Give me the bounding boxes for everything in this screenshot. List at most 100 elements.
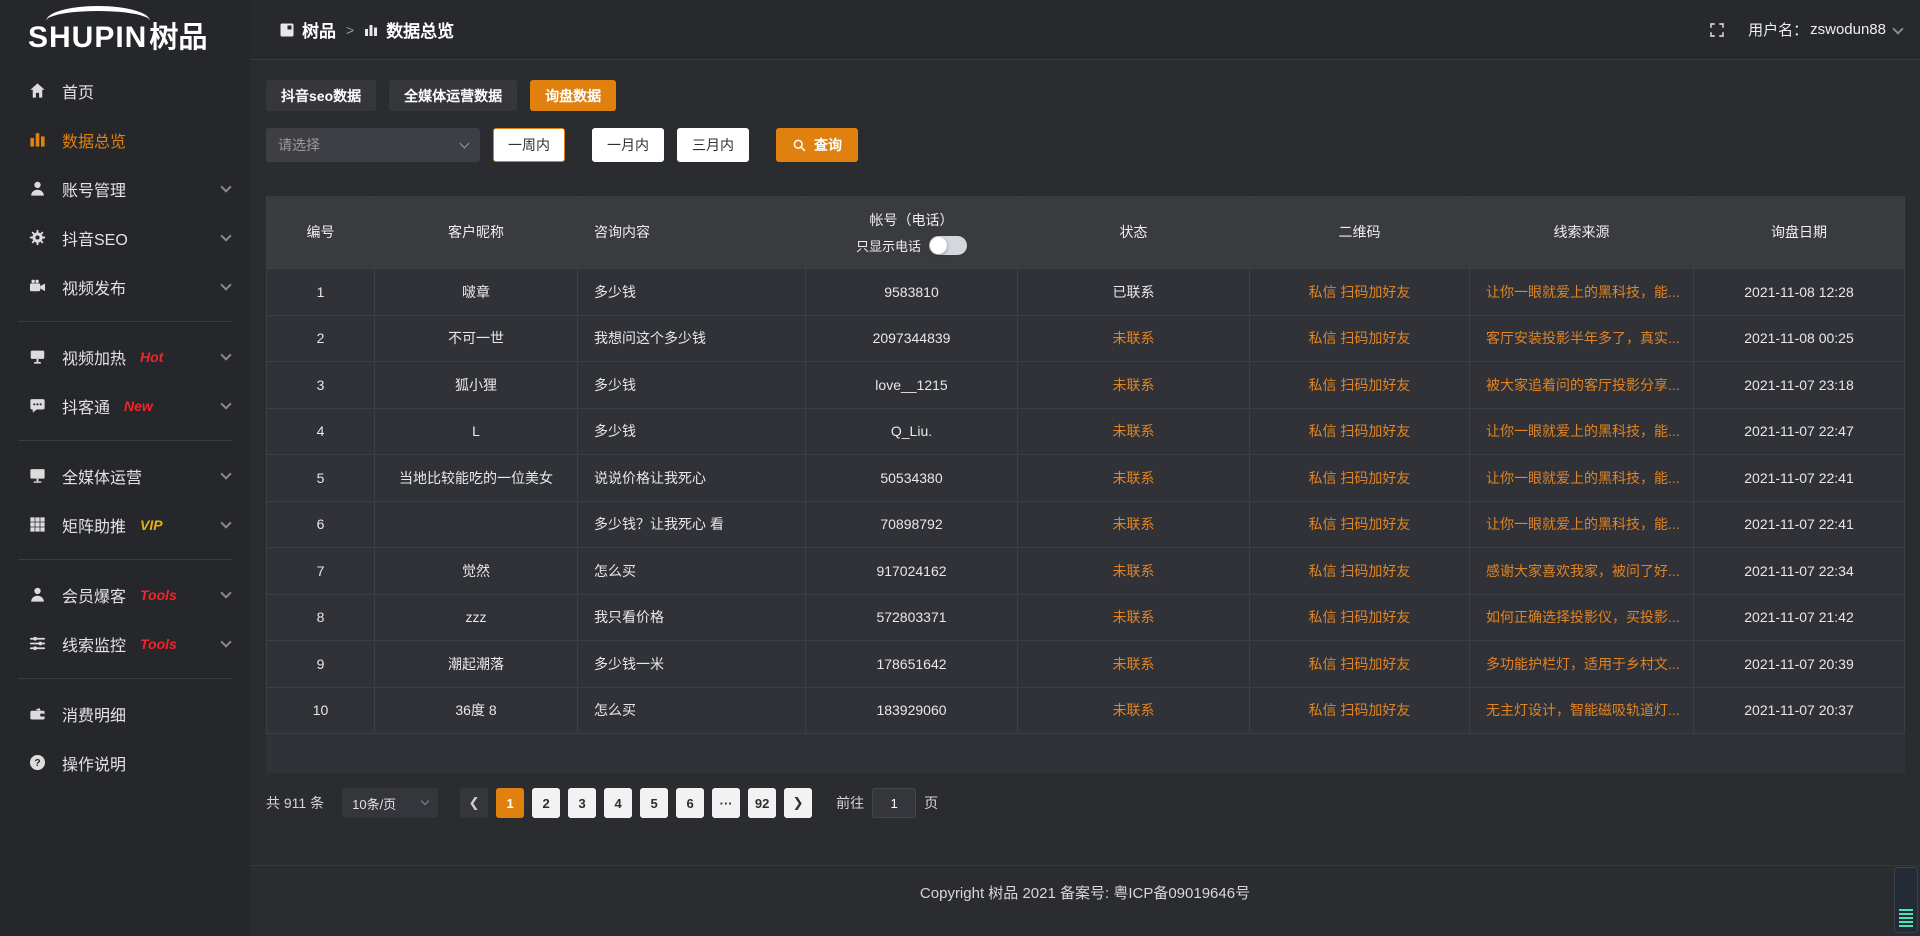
sidebar: SHUPIN树品 首页 数据总览 账号管理 抖音SEO 视频发布 视频加热 Ho… (0, 0, 250, 936)
sidebar-item-doukotong[interactable]: 抖客通 New (0, 381, 250, 430)
cell-content: 多少钱 (578, 269, 806, 315)
page-button-92[interactable]: 92 (748, 788, 776, 818)
cell-qr-links[interactable]: 私信 扫码加好友 (1250, 455, 1470, 501)
page-button-6[interactable]: 6 (676, 788, 704, 818)
account-header-label: 帐号（电话） (870, 210, 954, 230)
cell-qr-links[interactable]: 私信 扫码加好友 (1250, 409, 1470, 455)
total-count: 共 911 条 (266, 793, 324, 813)
breadcrumb-current: 数据总览 (386, 17, 454, 42)
sidebar-item-instructions[interactable]: ? 操作说明 (0, 738, 250, 787)
col-header-status: 状态 (1018, 196, 1250, 268)
monitor-icon (28, 466, 47, 485)
user-menu[interactable]: 用户名：zswodun88 (1748, 19, 1902, 40)
page-button-2[interactable]: 2 (532, 788, 560, 818)
cell-no: 3 (266, 362, 375, 408)
cell-source-link[interactable]: 让你一眼就爱上的黑科技，能... (1470, 502, 1694, 548)
cell-qr-links[interactable]: 私信 扫码加好友 (1250, 502, 1470, 548)
sidebar-item-label: 视频加热 (62, 345, 126, 369)
cell-content: 多少钱？让我死心 看 (578, 502, 806, 548)
cell-content: 我想问这个多少钱 (578, 316, 806, 362)
account-select[interactable]: 请选择 (266, 128, 480, 162)
table-row: 8 zzz 我只看价格 572803371 未联系 私信 扫码加好友 如何正确选… (266, 595, 1905, 642)
cell-status: 未联系 (1018, 316, 1250, 362)
cell-nickname: zzz (375, 595, 578, 641)
sidebar-item-lead-monitor[interactable]: 线索监控 Tools (0, 619, 250, 668)
sidebar-item-member-burst[interactable]: 会员爆客 Tools (0, 570, 250, 619)
tab-douyin-seo-data[interactable]: 抖音seo数据 (266, 80, 376, 111)
tab-inquiry-data[interactable]: 询盘数据 (530, 80, 616, 111)
cell-account: 183929060 (806, 688, 1018, 734)
dashboard-icon (280, 23, 294, 37)
chevron-down-icon (220, 279, 231, 290)
cell-source-link[interactable]: 客厅安装投影半年多了，真实... (1470, 316, 1694, 362)
cell-account: 572803371 (806, 595, 1018, 641)
prev-page-button[interactable]: ❮ (460, 788, 488, 818)
sidebar-item-label: 抖音SEO (62, 226, 128, 250)
range-week-button[interactable]: 一周内 (493, 128, 565, 162)
cell-qr-links[interactable]: 私信 扫码加好友 (1250, 595, 1470, 641)
cell-date: 2021-11-07 21:42 (1694, 595, 1905, 641)
cell-source-link[interactable]: 让你一眼就爱上的黑科技，能... (1470, 269, 1694, 315)
cell-no: 8 (266, 595, 375, 641)
breadcrumb-root[interactable]: 树品 (302, 17, 336, 42)
cell-qr-links[interactable]: 私信 扫码加好友 (1250, 269, 1470, 315)
cell-date: 2021-11-07 22:47 (1694, 409, 1905, 455)
floating-widget[interactable] (1894, 867, 1918, 933)
sidebar-item-consumption-detail[interactable]: 消费明细 (0, 689, 250, 738)
range-quarter-button[interactable]: 三月内 (677, 128, 749, 162)
cell-date: 2021-11-07 22:34 (1694, 548, 1905, 594)
cell-no: 6 (266, 502, 375, 548)
cell-content: 我只看价格 (578, 595, 806, 641)
wallet-icon (28, 704, 47, 723)
goto-page-input[interactable] (872, 788, 916, 818)
tab-omnimedia-data[interactable]: 全媒体运营数据 (389, 80, 517, 111)
sidebar-item-label: 操作说明 (62, 751, 126, 775)
cell-source-link[interactable]: 无主灯设计，智能磁吸轨道灯... (1470, 688, 1694, 734)
page-ellipsis-button[interactable]: ··· (712, 788, 740, 818)
sidebar-item-data-overview[interactable]: 数据总览 (0, 115, 250, 164)
sidebar-item-matrix-boost[interactable]: 矩阵助推 VIP (0, 500, 250, 549)
page-button-5[interactable]: 5 (640, 788, 668, 818)
sidebar-item-video-heat[interactable]: 视频加热 Hot (0, 332, 250, 381)
sidebar-item-account-management[interactable]: 账号管理 (0, 164, 250, 213)
sidebar-divider (18, 440, 232, 441)
chevron-down-icon (220, 181, 231, 192)
chat-bubble-icon (28, 396, 47, 415)
cell-no: 10 (266, 688, 375, 734)
fullscreen-icon[interactable] (1708, 21, 1726, 39)
cell-qr-links[interactable]: 私信 扫码加好友 (1250, 316, 1470, 362)
range-month-button[interactable]: 一月内 (592, 128, 664, 162)
cell-source-link[interactable]: 感谢大家喜欢我家，被问了好... (1470, 548, 1694, 594)
page-size-select[interactable]: 10条/页 (342, 788, 438, 818)
cell-source-link[interactable]: 让你一眼就爱上的黑科技，能... (1470, 455, 1694, 501)
page-button-3[interactable]: 3 (568, 788, 596, 818)
cell-qr-links[interactable]: 私信 扫码加好友 (1250, 641, 1470, 687)
phone-only-toggle[interactable] (929, 236, 967, 255)
next-page-button[interactable]: ❯ (784, 788, 812, 818)
cell-source-link[interactable]: 让你一眼就爱上的黑科技，能... (1470, 409, 1694, 455)
sidebar-item-label: 抖客通 (62, 394, 110, 418)
cell-source-link[interactable]: 如何正确选择投影仪，买投影... (1470, 595, 1694, 641)
hot-badge: Hot (140, 349, 163, 365)
cell-source-link[interactable]: 多功能护栏灯，适用于乡村文... (1470, 641, 1694, 687)
sidebar-item-omnimedia[interactable]: 全媒体运营 (0, 451, 250, 500)
sidebar-item-douyin-seo[interactable]: 抖音SEO (0, 213, 250, 262)
cell-no: 4 (266, 409, 375, 455)
page-button-1[interactable]: 1 (496, 788, 524, 818)
cell-no: 1 (266, 269, 375, 315)
cell-content: 怎么买 (578, 548, 806, 594)
sidebar-item-label: 视频发布 (62, 275, 126, 299)
sidebar-item-video-publish[interactable]: 视频发布 (0, 262, 250, 311)
chevron-down-icon (460, 138, 470, 148)
cell-qr-links[interactable]: 私信 扫码加好友 (1250, 362, 1470, 408)
cell-source-link[interactable]: 被大家追着问的客厅投影分享... (1470, 362, 1694, 408)
search-button[interactable]: 查询 (776, 128, 858, 162)
breadcrumb: 树品 > 数据总览 (280, 17, 454, 42)
cell-qr-links[interactable]: 私信 扫码加好友 (1250, 688, 1470, 734)
page-button-4[interactable]: 4 (604, 788, 632, 818)
breadcrumb-separator: > (346, 22, 354, 38)
cell-qr-links[interactable]: 私信 扫码加好友 (1250, 548, 1470, 594)
cell-content: 多少钱一米 (578, 641, 806, 687)
sidebar-item-home[interactable]: 首页 (0, 66, 250, 115)
cell-account: 917024162 (806, 548, 1018, 594)
